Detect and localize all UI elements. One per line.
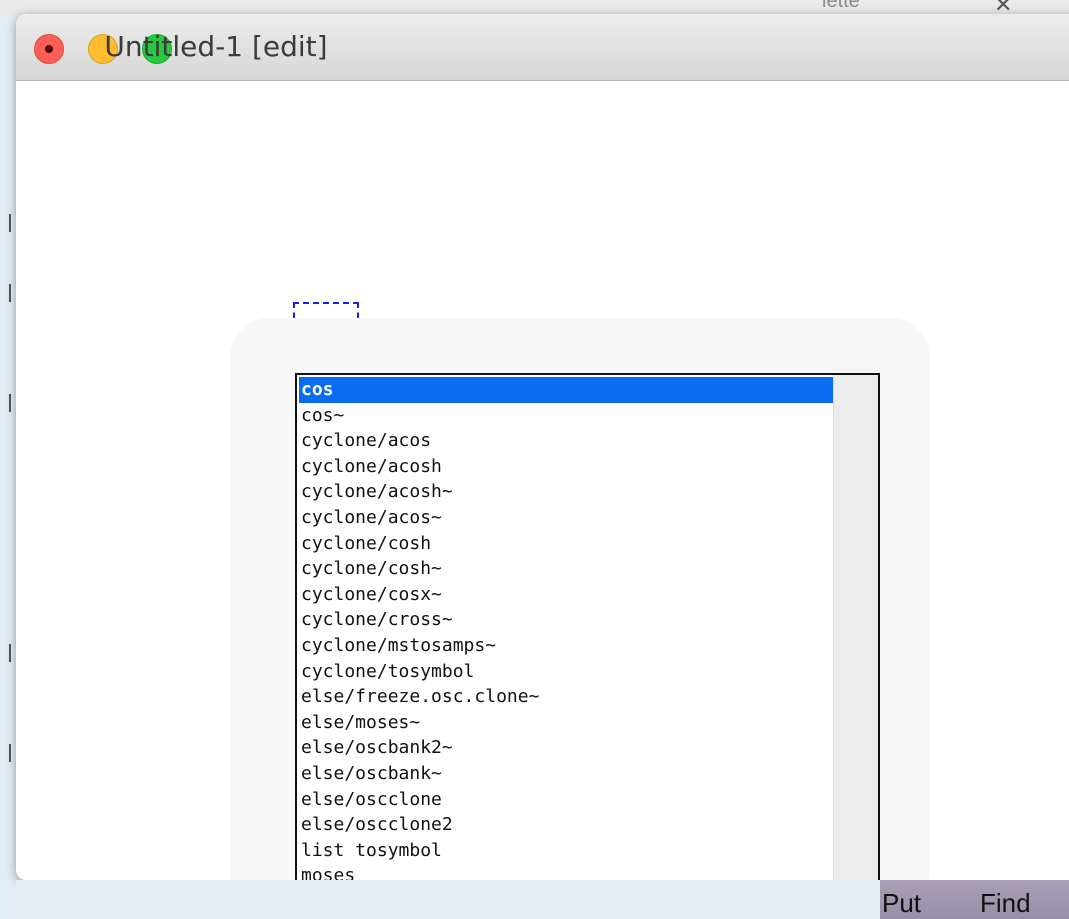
menu-find[interactable]: Find <box>980 888 1031 919</box>
autocomplete-items[interactable]: cos cos~ cyclone/acos cyclone/acosh cyclone/… <box>299 377 835 889</box>
autocomplete-item[interactable]: cyclone/cosh~ <box>299 556 835 582</box>
background-window-title: lette <box>822 0 860 12</box>
title-bar[interactable]: Untitled-1 [edit] <box>16 14 1069 81</box>
autocomplete-item[interactable]: cyclone/acosh~ <box>299 479 835 505</box>
window-title-container: Untitled-1 [edit] <box>16 30 1069 63</box>
autocomplete-item[interactable]: cyclone/mstosamps~ <box>299 633 835 659</box>
background-window-edge <box>0 14 16 919</box>
autocomplete-item[interactable]: else/oscclone <box>299 787 835 813</box>
window-title: Untitled-1 [edit] <box>104 30 328 63</box>
menu-put[interactable]: Put <box>882 888 921 919</box>
close-icon[interactable]: ✕ <box>994 0 1012 14</box>
autocomplete-item[interactable]: cyclone/acos~ <box>299 505 835 531</box>
autocomplete-item[interactable]: else/freeze.osc.clone~ <box>299 684 835 710</box>
autocomplete-item[interactable]: cyclone/acosh <box>299 454 835 480</box>
edge-mark <box>9 394 11 412</box>
background-window-top: lette ✕ <box>0 0 1069 14</box>
autocomplete-item[interactable]: cyclone/cosx~ <box>299 582 835 608</box>
edge-mark <box>9 284 11 302</box>
autocomplete-list[interactable]: cos cos~ cyclone/acos cyclone/acosh cyclone/… <box>295 373 880 918</box>
autocomplete-scrollbar[interactable] <box>833 375 878 916</box>
autocomplete-item[interactable]: cyclone/cross~ <box>299 607 835 633</box>
autocomplete-item[interactable]: else/oscbank~ <box>299 761 835 787</box>
autocomplete-item[interactable]: list tosymbol <box>299 838 835 864</box>
autocomplete-item[interactable]: cyclone/tosymbol <box>299 659 835 685</box>
edge-mark <box>9 644 11 662</box>
edge-mark <box>9 214 11 232</box>
autocomplete-item[interactable]: else/oscclone2 <box>299 812 835 838</box>
autocomplete-item[interactable]: cyclone/acos <box>299 428 835 454</box>
edge-mark <box>9 744 11 762</box>
autocomplete-item[interactable]: cos~ <box>299 403 835 429</box>
menu-bar: Put Find <box>880 880 1069 919</box>
autocomplete-item[interactable]: cos <box>299 377 835 403</box>
autocomplete-item[interactable]: else/oscbank2~ <box>299 735 835 761</box>
autocomplete-item[interactable]: cyclone/cosh <box>299 531 835 557</box>
autocomplete-item[interactable]: else/moses~ <box>299 710 835 736</box>
background-window-bottom <box>16 880 880 919</box>
